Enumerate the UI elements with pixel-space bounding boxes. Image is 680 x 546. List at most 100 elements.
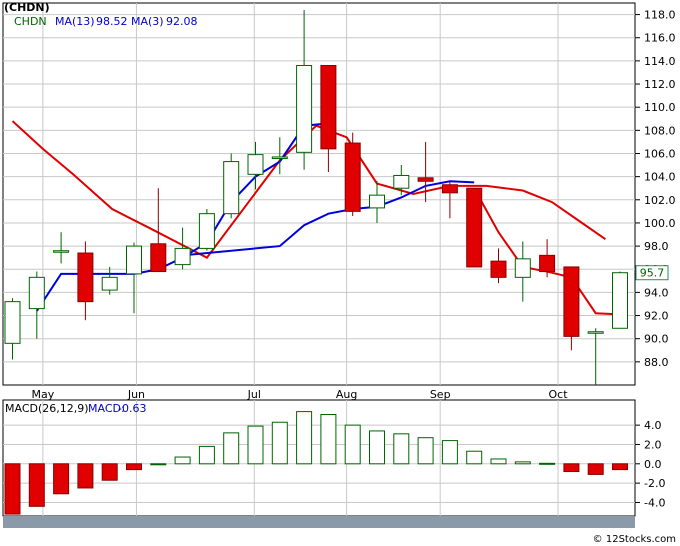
- macd-value: -0.63: [118, 402, 146, 415]
- candle-body: [320, 65, 337, 150]
- stock-chart-figure: { "chart_data": [ { "type": "candlestick…: [0, 0, 680, 546]
- macd-bar: [247, 425, 264, 465]
- macd-legend: MACD(26,12,9) MACD: -0.63: [5, 402, 146, 415]
- price-y-tick-label: 94.0: [644, 286, 669, 299]
- macd-plot-area: [2, 399, 636, 517]
- price-y-tick-label: 90.0: [644, 333, 669, 346]
- price-panel: 88.090.092.094.096.098.0100.0102.0104.01…: [2, 1, 676, 401]
- macd-bar: [441, 440, 458, 465]
- candle-body: [490, 260, 507, 278]
- candle-body: [4, 301, 21, 344]
- price-y-tick-label: 104.0: [644, 171, 676, 184]
- price-y-tick-label: 100.0: [644, 217, 676, 230]
- macd-y-tick-label: 4.0: [644, 419, 662, 432]
- macd-bar: [490, 458, 507, 465]
- macd-y-tick-label: -2.0: [644, 477, 665, 490]
- candle-body: [296, 65, 313, 153]
- last-price-tag: 95.7: [635, 265, 669, 281]
- macd-bar: [101, 463, 118, 481]
- price-y-tick-label: 114.0: [644, 55, 676, 68]
- price-y-tick-label: 112.0: [644, 78, 676, 91]
- legend-ma3-value: 92.08: [166, 15, 198, 28]
- candle-body: [150, 243, 167, 273]
- macd-bar: [296, 411, 313, 465]
- watermark: © 12Stocks.com: [593, 534, 676, 545]
- price-x-axis: May Jun Jul Aug Sep Oct: [32, 388, 569, 401]
- candle-body: [198, 213, 215, 249]
- candle-body: [247, 154, 264, 175]
- macd-bar: [320, 414, 337, 465]
- macd-bar: [612, 463, 628, 471]
- macd-bar: [393, 433, 410, 465]
- legend-ma13-label: MA(13): [55, 15, 95, 28]
- candle-body: [53, 250, 70, 253]
- chart-title: (CHDN): [4, 1, 50, 14]
- price-y-tick-label: 98.0: [644, 240, 669, 253]
- candle-body: [28, 276, 45, 310]
- price-y-tick-label: 116.0: [644, 32, 676, 45]
- candle-body: [587, 331, 604, 334]
- candle-body: [344, 142, 361, 212]
- price-month-label: Sep: [430, 388, 451, 401]
- price-month-label: Oct: [549, 388, 569, 401]
- candle-body: [563, 266, 580, 337]
- candle-body: [271, 156, 288, 159]
- chart-canvas: 88.090.092.094.096.098.0100.0102.0104.01…: [2, 1, 676, 545]
- price-y-axis: 88.090.092.094.096.098.0100.0102.0104.01…: [635, 9, 676, 369]
- candle-body: [612, 272, 628, 329]
- macd-bar: [28, 463, 45, 507]
- price-y-tick-label: 92.0: [644, 310, 669, 323]
- macd-bar: [53, 463, 70, 495]
- macd-y-tick-label: 2.0: [644, 438, 662, 451]
- macd-bar: [563, 463, 580, 473]
- macd-bar: [514, 461, 531, 465]
- macd-y-tick-label: 0.0: [644, 458, 662, 471]
- price-y-tick-label: 118.0: [644, 9, 676, 22]
- price-month-label: Jun: [127, 388, 145, 401]
- macd-bar: [539, 462, 556, 465]
- price-y-tick-label: 110.0: [644, 101, 676, 114]
- macd-bar: [417, 437, 434, 465]
- candle-body: [77, 252, 94, 303]
- macd-bar: [198, 445, 215, 465]
- macd-bar: [126, 463, 142, 471]
- legend-ma3-label: MA(3): [131, 15, 164, 28]
- legend-ma13-value: 98.52: [96, 15, 128, 28]
- macd-bar: [466, 450, 483, 465]
- candle-body: [369, 194, 385, 209]
- candle-body: [174, 247, 191, 266]
- macd-bar: [587, 463, 604, 475]
- bottom-strip: [3, 516, 635, 528]
- price-y-tick-label: 102.0: [644, 194, 676, 207]
- macd-title: MACD(26,12,9): [5, 402, 89, 415]
- candle-body: [514, 258, 531, 278]
- macd-bar: [150, 463, 167, 466]
- candle-body: [466, 187, 483, 268]
- macd-bar: [223, 432, 240, 465]
- price-y-tick-label: 108.0: [644, 124, 676, 137]
- macd-bar: [174, 456, 191, 465]
- candle-body: [417, 177, 434, 182]
- legend-ticker: CHDN: [14, 15, 47, 28]
- price-y-tick-label: 106.0: [644, 147, 676, 160]
- macd-bar: [4, 463, 21, 515]
- price-month-label: May: [32, 388, 55, 401]
- candle-body: [441, 184, 458, 194]
- candle-body: [126, 245, 142, 275]
- macd-y-axis: 4.0 2.0 0.0 -2.0 -4.0: [635, 419, 665, 509]
- macd-bar: [77, 463, 94, 489]
- candle-body: [539, 254, 556, 273]
- price-plot-area: [2, 2, 636, 386]
- price-month-label: Jul: [247, 388, 261, 401]
- price-legend: CHDN MA(13) 98.52 MA(3) 92.08: [14, 15, 198, 28]
- macd-y-tick-label: -4.0: [644, 496, 665, 509]
- macd-bar: [369, 430, 385, 465]
- candle-body: [101, 276, 118, 291]
- last-price-label: 95.7: [640, 267, 665, 280]
- price-month-label: Aug: [336, 388, 357, 401]
- macd-bar: [271, 421, 288, 465]
- candle-body: [223, 161, 240, 215]
- macd-panel: 4.02.00.0-2.0-4.0 MayJunJulAugSepOct MAC…: [2, 399, 665, 529]
- candle-body: [393, 174, 410, 189]
- macd-bar: [344, 424, 361, 465]
